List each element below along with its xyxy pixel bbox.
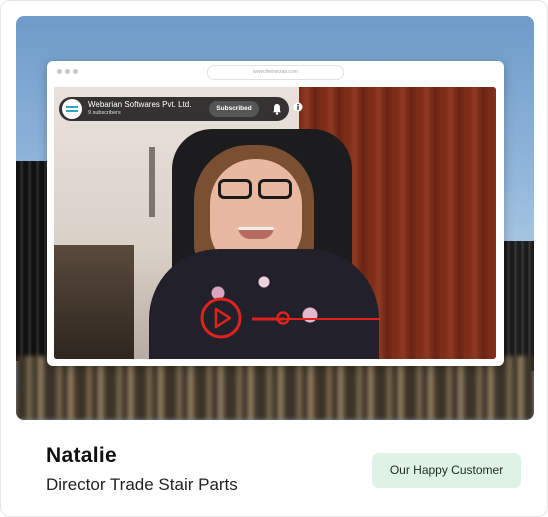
video-frame-glasses: [214, 179, 300, 201]
happy-customer-badge[interactable]: Our Happy Customer: [372, 453, 521, 488]
subscribed-button[interactable]: Subscribed: [209, 101, 259, 117]
customer-role: Director Trade Stair Parts: [46, 475, 238, 494]
video-frame-pole: [149, 147, 155, 217]
window-dot: [65, 69, 70, 74]
video-progress-bar[interactable]: [252, 316, 380, 322]
play-icon[interactable]: [200, 297, 242, 339]
window-dot: [57, 69, 62, 74]
subscriber-count: 9 subscribers: [88, 110, 121, 116]
video-frame-body: [149, 249, 379, 359]
customer-name: Natalie: [46, 444, 117, 467]
bell-icon[interactable]: [272, 103, 282, 115]
testimonial-card: www.themezaa.com Webarian Softwares Pvt.…: [0, 0, 548, 517]
progress-scrubber[interactable]: [275, 310, 291, 326]
info-icon[interactable]: [293, 102, 303, 112]
channel-avatar[interactable]: [62, 99, 82, 119]
window-dot: [73, 69, 78, 74]
background-decor-right: [504, 241, 534, 371]
window-dots: [57, 69, 78, 74]
channel-bar: Webarian Softwares Pvt. Ltd. 9 subscribe…: [59, 97, 289, 121]
channel-name[interactable]: Webarian Softwares Pvt. Ltd.: [88, 100, 191, 109]
url-bar: www.themezaa.com: [207, 65, 344, 80]
background-decor-left: [16, 161, 50, 361]
video-frame-shelf: [54, 245, 134, 359]
